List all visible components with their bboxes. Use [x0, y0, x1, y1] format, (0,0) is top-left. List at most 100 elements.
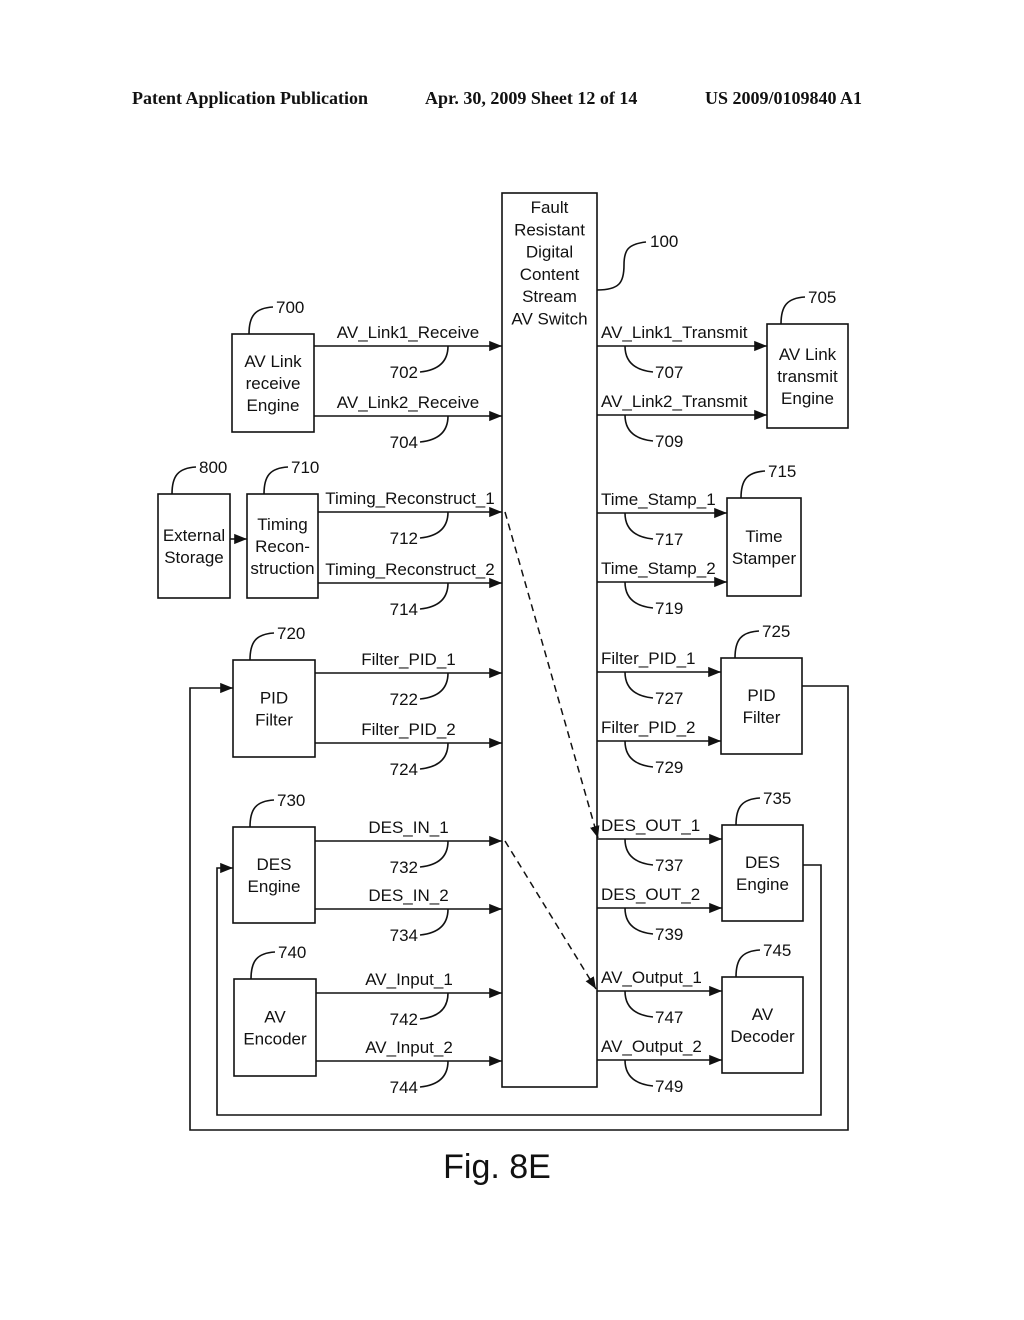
des-in-ref: 730 — [277, 791, 305, 810]
encoder-block-text: Encoder — [243, 1030, 307, 1049]
signal-ref-leader — [419, 992, 449, 1020]
pid-out-block — [720, 657, 803, 755]
des-out-block-text: DES — [745, 853, 780, 872]
encoder-block-text: AV — [264, 1008, 286, 1027]
signal-ref: 742 — [390, 1010, 418, 1029]
pid-in-block-text: PID — [260, 689, 288, 708]
stamper-block-text: Time — [745, 527, 782, 546]
av-link-rx-ref-leader — [248, 306, 274, 335]
signal-ref-leader — [419, 908, 449, 936]
pid-in-ref-leader — [249, 632, 275, 661]
decoder-ref: 745 — [763, 941, 791, 960]
signal-ref-leader — [419, 672, 449, 700]
signal-ref-leader — [419, 840, 449, 868]
stamper-ref-leader — [740, 470, 766, 499]
signal-ref-leader — [624, 512, 654, 540]
des-out-ref: 735 — [763, 789, 791, 808]
figure-label: Fig. 8E — [443, 1148, 551, 1186]
signal-label: Filter_PID_1 — [361, 650, 455, 669]
signal-ref: 744 — [390, 1078, 418, 1097]
signal-ref-leader — [624, 581, 654, 609]
signal-ref-leader — [419, 511, 449, 539]
signal-ref: 717 — [655, 530, 683, 549]
signal-ref: 732 — [390, 858, 418, 877]
encoder-block — [233, 978, 317, 1077]
av-link-rx-block-text: Engine — [247, 396, 300, 415]
av-link-tx-ref: 705 — [808, 288, 836, 307]
signal-ref: 719 — [655, 599, 683, 618]
signal-label: Filter_PID_2 — [601, 718, 695, 737]
signal-ref: 749 — [655, 1077, 683, 1096]
av-link-tx-ref-leader — [780, 296, 806, 325]
encoder-ref-leader — [250, 951, 276, 980]
pid-in-block-text: Filter — [255, 711, 293, 730]
signal-ref: 737 — [655, 856, 683, 875]
signal-ref-leader — [624, 345, 654, 373]
external-storage-ref-leader — [171, 466, 197, 495]
switch-ref-leader — [596, 241, 647, 291]
signal-label: AV_Input_1 — [365, 970, 453, 989]
signal-label: AV_Output_1 — [601, 968, 702, 987]
av-switch-text: AV Switch — [511, 310, 587, 329]
signal-ref: 729 — [655, 758, 683, 777]
signal-ref-leader — [419, 1060, 449, 1088]
des-in-block-text: DES — [257, 855, 292, 874]
signal-label: DES_IN_2 — [368, 886, 448, 905]
signal-label: Timing_Reconstruct_2 — [325, 560, 494, 579]
signal-label: Time_Stamp_2 — [601, 559, 716, 578]
signal-ref: 709 — [655, 432, 683, 451]
signal-ref: 712 — [390, 529, 418, 548]
des-out-block — [721, 824, 804, 922]
av-link-rx-block-text: receive — [246, 374, 301, 393]
av-switch-text: Fault — [531, 198, 569, 217]
des-out-ref-leader — [735, 797, 761, 826]
signal-ref-leader — [624, 414, 654, 442]
des-in-block — [232, 826, 316, 924]
av-link-tx-block-text: transmit — [777, 367, 838, 386]
av-link-tx-block-text: Engine — [781, 389, 834, 408]
encoder-ref: 740 — [278, 943, 306, 962]
signal-ref-leader — [419, 345, 449, 373]
timing-ref-leader — [263, 466, 289, 495]
signal-ref: 739 — [655, 925, 683, 944]
pid-out-ref: 725 — [762, 622, 790, 641]
pid-out-ref-leader — [734, 630, 760, 659]
stamper-block — [726, 497, 802, 597]
stamper-ref: 715 — [768, 462, 796, 481]
signal-label: Time_Stamp_1 — [601, 490, 716, 509]
pid-out-block-text: PID — [747, 686, 775, 705]
external-storage-block-text: Storage — [164, 548, 224, 567]
block-diagram: Fault Resistant Digital Content Stream AV Swi… — [157, 192, 849, 1186]
signal-label: AV_Link2_Transmit — [601, 392, 748, 411]
des-out-block-text: Engine — [736, 875, 789, 894]
signal-ref: 734 — [390, 926, 418, 945]
external-storage-ref: 800 — [199, 458, 227, 477]
signal-label: DES_OUT_2 — [601, 885, 700, 904]
des-in-block-text: Engine — [248, 877, 301, 896]
av-link-rx-block-text: AV Link — [244, 352, 302, 371]
signal-ref: 702 — [390, 363, 418, 382]
decoder-block — [721, 976, 804, 1074]
signal-label: Filter_PID_1 — [601, 649, 695, 668]
decoder-block-text: AV — [752, 1005, 774, 1024]
signal-ref-leader — [624, 740, 654, 768]
timing-ref: 710 — [291, 458, 319, 477]
signal-label: DES_IN_1 — [368, 818, 448, 837]
signal-label: AV_Link1_Receive — [337, 323, 479, 342]
decoder-ref-leader — [735, 949, 761, 978]
signal-ref-leader — [624, 990, 654, 1018]
av-switch-text: Stream — [522, 287, 577, 306]
pid-out-block-text: Filter — [743, 708, 781, 727]
signal-ref-leader — [624, 671, 654, 699]
timing-block-text: Recon- — [255, 537, 310, 556]
signal-ref: 724 — [390, 760, 418, 779]
signal-ref: 714 — [390, 600, 418, 619]
signal-label: AV_Input_2 — [365, 1038, 453, 1057]
av-link-tx-block-text: AV Link — [779, 345, 837, 364]
switch-ref: 100 — [650, 232, 678, 251]
signal-label: AV_Link2_Receive — [337, 393, 479, 412]
signal-ref-leader — [419, 582, 449, 610]
external-storage-block — [157, 493, 231, 599]
signal-ref: 704 — [390, 433, 418, 452]
signal-ref-leader — [624, 838, 654, 866]
